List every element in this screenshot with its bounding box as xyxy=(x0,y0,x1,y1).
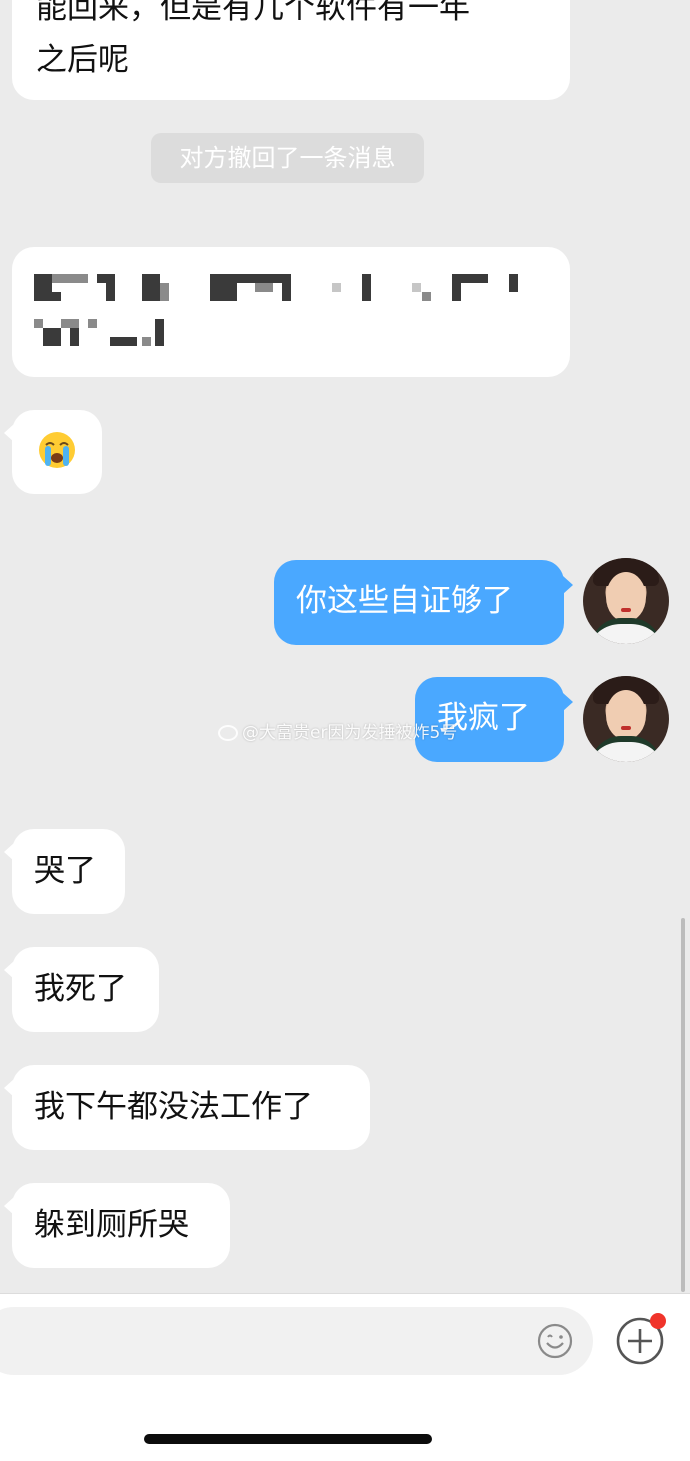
watermark: @大富贵er因为发捶被炸5号 xyxy=(218,721,457,745)
redacted-message-bubble[interactable] xyxy=(12,247,570,377)
scrollbar[interactable] xyxy=(681,918,685,1292)
message-text-line: 能回来，但是有几个软件有一年 xyxy=(36,0,470,26)
message-text-line: 之后呢 xyxy=(36,42,129,78)
chat-screen: 能回来，但是有几个软件有一年 之后呢 对方撤回了一条消息 你这些自证够了 我疯了… xyxy=(0,0,690,1461)
message-list[interactable]: 能回来，但是有几个软件有一年 之后呢 对方撤回了一条消息 你这些自证够了 我疯了… xyxy=(0,0,690,1293)
avatar[interactable] xyxy=(583,558,669,644)
composer-bar xyxy=(0,1293,690,1461)
avatar[interactable] xyxy=(583,676,669,762)
message-bubble-incoming[interactable]: 我下午都没法工作了 xyxy=(4,1065,370,1150)
message-text: 躲到厕所哭 xyxy=(34,1207,189,1243)
message-text: 我下午都没法工作了 xyxy=(34,1089,313,1125)
weibo-icon xyxy=(218,725,238,741)
message-bubble-incoming[interactable]: 躲到厕所哭 xyxy=(4,1183,230,1268)
message-input[interactable] xyxy=(0,1307,593,1375)
message-bubble-outgoing[interactable]: 我疯了 xyxy=(415,677,573,762)
message-bubble-outgoing[interactable]: 你这些自证够了 xyxy=(274,560,573,645)
recall-notice: 对方撤回了一条消息 xyxy=(151,133,424,183)
message-text: 你这些自证够了 xyxy=(296,583,513,619)
message-text: 我死了 xyxy=(34,971,127,1007)
watermark-text: @大富贵er因为发捶被炸5号 xyxy=(242,723,458,743)
loudly-crying-face-icon xyxy=(39,432,75,468)
message-bubble-incoming[interactable]: 能回来，但是有几个软件有一年 之后呢 xyxy=(12,0,570,100)
message-bubble-incoming[interactable]: 我死了 xyxy=(4,947,159,1032)
home-indicator[interactable] xyxy=(144,1434,432,1444)
notification-badge xyxy=(650,1313,666,1329)
message-text: 哭了 xyxy=(34,853,96,889)
smiley-icon[interactable] xyxy=(536,1322,574,1360)
message-bubble-incoming[interactable]: 哭了 xyxy=(4,829,125,914)
